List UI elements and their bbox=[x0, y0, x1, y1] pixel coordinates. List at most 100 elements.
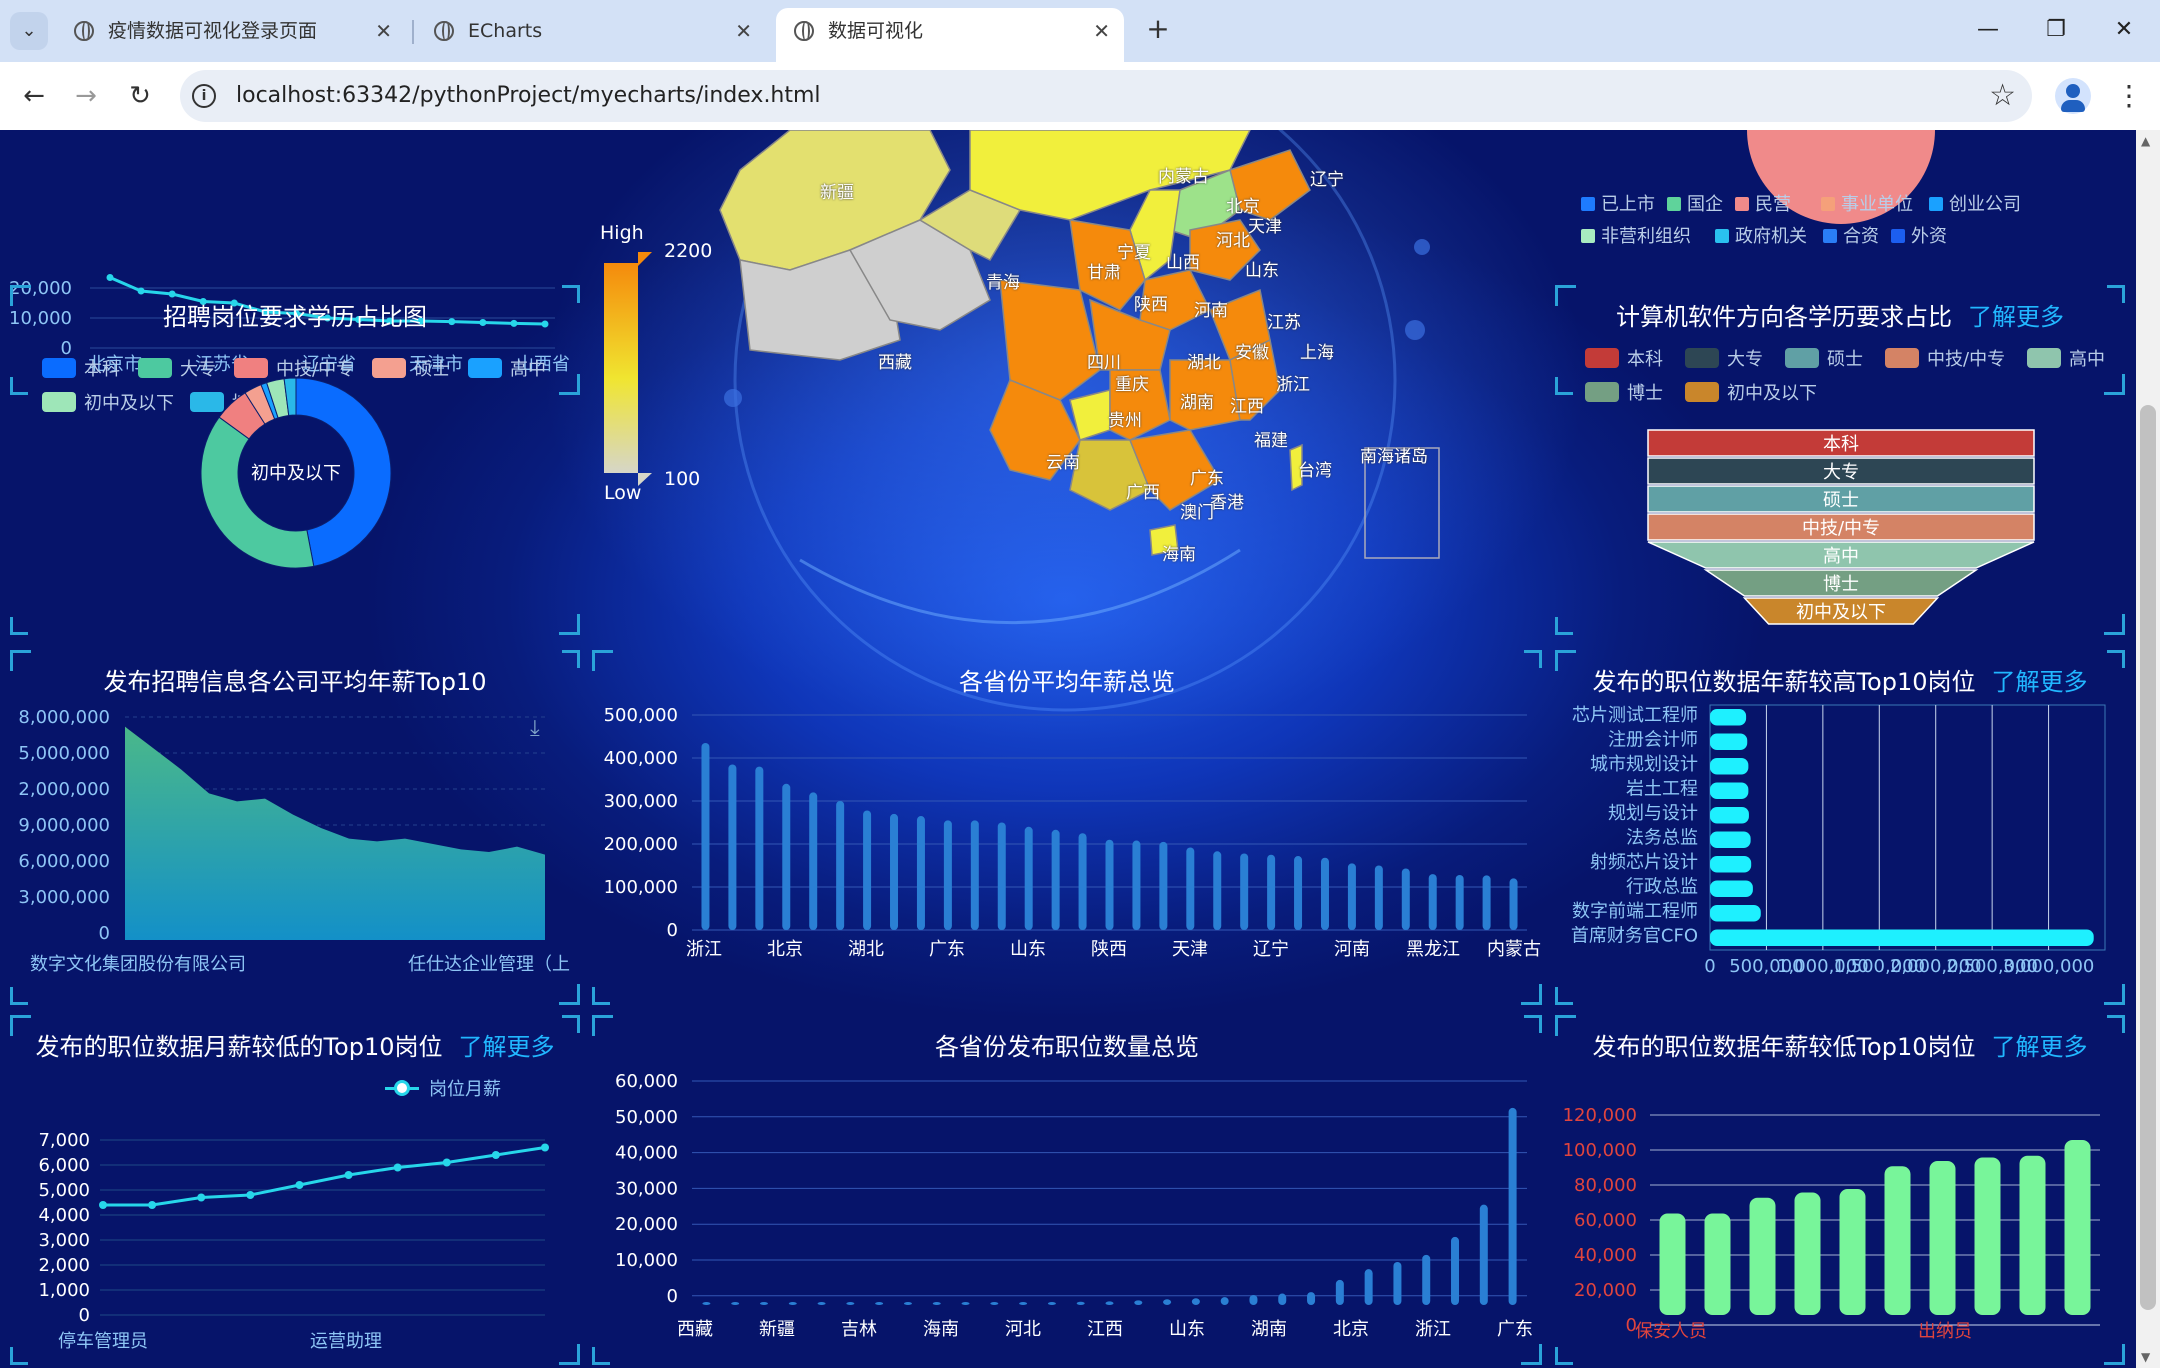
bar[interactable] bbox=[1320, 857, 1329, 930]
bar[interactable] bbox=[1884, 1166, 1911, 1315]
bar[interactable] bbox=[1134, 1300, 1143, 1305]
info-icon[interactable]: i bbox=[192, 84, 216, 108]
bar[interactable] bbox=[1401, 868, 1410, 930]
bar[interactable] bbox=[1710, 929, 2094, 947]
bar[interactable] bbox=[1710, 880, 1753, 898]
visual-map-handle-top[interactable] bbox=[638, 252, 652, 266]
legend-item[interactable]: 非营利组织 bbox=[1581, 222, 1691, 248]
bar[interactable] bbox=[1078, 833, 1087, 930]
bar[interactable] bbox=[1710, 831, 1751, 849]
bar[interactable] bbox=[943, 820, 952, 930]
legend-item[interactable]: 国企 bbox=[1667, 190, 1723, 216]
bar[interactable] bbox=[788, 1302, 797, 1305]
reload-button[interactable]: ↻ bbox=[120, 76, 160, 116]
visual-map-bar[interactable] bbox=[604, 263, 638, 473]
restore-button[interactable]: ❐ bbox=[2026, 10, 2086, 50]
plot-frame[interactable] bbox=[1709, 704, 2106, 951]
bar[interactable] bbox=[1929, 1161, 1956, 1315]
data-point[interactable] bbox=[491, 1151, 500, 1159]
bar[interactable] bbox=[1186, 847, 1195, 930]
bar[interactable] bbox=[875, 1302, 884, 1305]
bar[interactable] bbox=[1479, 1204, 1488, 1305]
bar[interactable] bbox=[1839, 1189, 1866, 1315]
bar[interactable] bbox=[1710, 856, 1752, 873]
bar[interactable] bbox=[1307, 1292, 1316, 1305]
bar[interactable] bbox=[932, 1302, 941, 1305]
bar[interactable] bbox=[961, 1302, 970, 1305]
profile-avatar[interactable] bbox=[2055, 78, 2091, 114]
scroll-up-arrow-icon[interactable]: ▲ bbox=[2141, 134, 2150, 148]
bar[interactable] bbox=[1267, 854, 1276, 930]
data-point[interactable] bbox=[106, 274, 114, 281]
data-point[interactable] bbox=[197, 1193, 206, 1202]
data-point[interactable] bbox=[246, 1191, 255, 1199]
tab-data-visualization[interactable]: 数据可视化 ✕ bbox=[776, 8, 1124, 62]
close-icon[interactable]: ✕ bbox=[1093, 8, 1110, 54]
url-text[interactable]: localhost:63342/pythonProject/myecharts/… bbox=[236, 70, 821, 122]
bar[interactable] bbox=[1278, 1293, 1287, 1305]
bar[interactable] bbox=[817, 1302, 826, 1305]
donut-slice[interactable] bbox=[200, 416, 315, 569]
bar[interactable] bbox=[782, 783, 791, 930]
legend-item[interactable]: 事业单位 bbox=[1821, 190, 1913, 216]
legend-item[interactable]: 已上市 bbox=[1581, 190, 1655, 216]
bar[interactable] bbox=[1163, 1299, 1172, 1305]
bar[interactable] bbox=[970, 820, 979, 930]
minimize-button[interactable]: — bbox=[1958, 10, 2018, 50]
close-window-button[interactable]: ✕ bbox=[2094, 10, 2154, 50]
bar[interactable] bbox=[1428, 874, 1437, 930]
bar[interactable] bbox=[2064, 1140, 2091, 1315]
bar[interactable] bbox=[759, 1302, 768, 1305]
bar[interactable] bbox=[1422, 1254, 1431, 1305]
series-line[interactable] bbox=[103, 1146, 546, 1207]
tab-echarts[interactable]: ECharts ✕ bbox=[416, 8, 766, 54]
bar[interactable] bbox=[1024, 826, 1033, 930]
bar[interactable] bbox=[728, 764, 737, 930]
vertical-scrollbar[interactable]: ▲ ▼ bbox=[2136, 130, 2160, 1368]
bar[interactable] bbox=[755, 766, 764, 930]
legend-item[interactable]: 政府机关 bbox=[1715, 222, 1807, 248]
bar[interactable] bbox=[863, 810, 872, 930]
bar[interactable] bbox=[1509, 878, 1518, 930]
legend-item[interactable]: 外资 bbox=[1891, 222, 1947, 248]
bar[interactable] bbox=[1019, 1302, 1028, 1305]
bar[interactable] bbox=[1159, 841, 1168, 930]
bar[interactable] bbox=[731, 1302, 740, 1305]
bar[interactable] bbox=[1191, 1298, 1200, 1305]
bar[interactable] bbox=[809, 792, 818, 930]
bar[interactable] bbox=[903, 1302, 912, 1305]
bar[interactable] bbox=[702, 1302, 711, 1305]
bar[interactable] bbox=[1710, 807, 1749, 824]
bar[interactable] bbox=[1335, 1279, 1344, 1305]
bar[interactable] bbox=[1704, 1213, 1731, 1316]
bar[interactable] bbox=[1047, 1302, 1056, 1305]
legend-item[interactable]: 创业公司 bbox=[1929, 190, 2021, 216]
bar[interactable] bbox=[1974, 1157, 2001, 1316]
tab-login-page[interactable]: 疫情数据可视化登录页面 ✕ bbox=[56, 8, 406, 54]
bookmark-star-icon[interactable]: ☆ bbox=[1989, 78, 2016, 114]
bar[interactable] bbox=[1710, 782, 1749, 800]
bar[interactable] bbox=[846, 1302, 855, 1305]
bar[interactable] bbox=[916, 816, 925, 930]
bar[interactable] bbox=[1710, 905, 1761, 922]
address-bar[interactable]: i localhost:63342/pythonProject/myechart… bbox=[180, 70, 2032, 122]
bar[interactable] bbox=[1240, 853, 1249, 930]
back-button[interactable]: ← bbox=[14, 76, 54, 116]
bar[interactable] bbox=[1749, 1197, 1776, 1315]
bar[interactable] bbox=[1393, 1262, 1402, 1305]
bar[interactable] bbox=[1374, 865, 1383, 931]
bar[interactable] bbox=[1710, 709, 1747, 726]
data-point[interactable] bbox=[442, 1158, 451, 1167]
bar[interactable] bbox=[836, 801, 845, 930]
bar[interactable] bbox=[990, 1302, 999, 1305]
bar[interactable] bbox=[1659, 1213, 1686, 1316]
bar[interactable] bbox=[1220, 1297, 1229, 1305]
bar[interactable] bbox=[1710, 733, 1748, 751]
bar[interactable] bbox=[1455, 874, 1464, 930]
bar[interactable] bbox=[1249, 1294, 1258, 1305]
bar[interactable] bbox=[1482, 875, 1491, 930]
area-fill[interactable] bbox=[125, 726, 545, 940]
data-point[interactable] bbox=[344, 1171, 353, 1179]
tab-search-button[interactable]: ⌄ bbox=[10, 12, 48, 50]
bar[interactable] bbox=[1508, 1107, 1517, 1305]
